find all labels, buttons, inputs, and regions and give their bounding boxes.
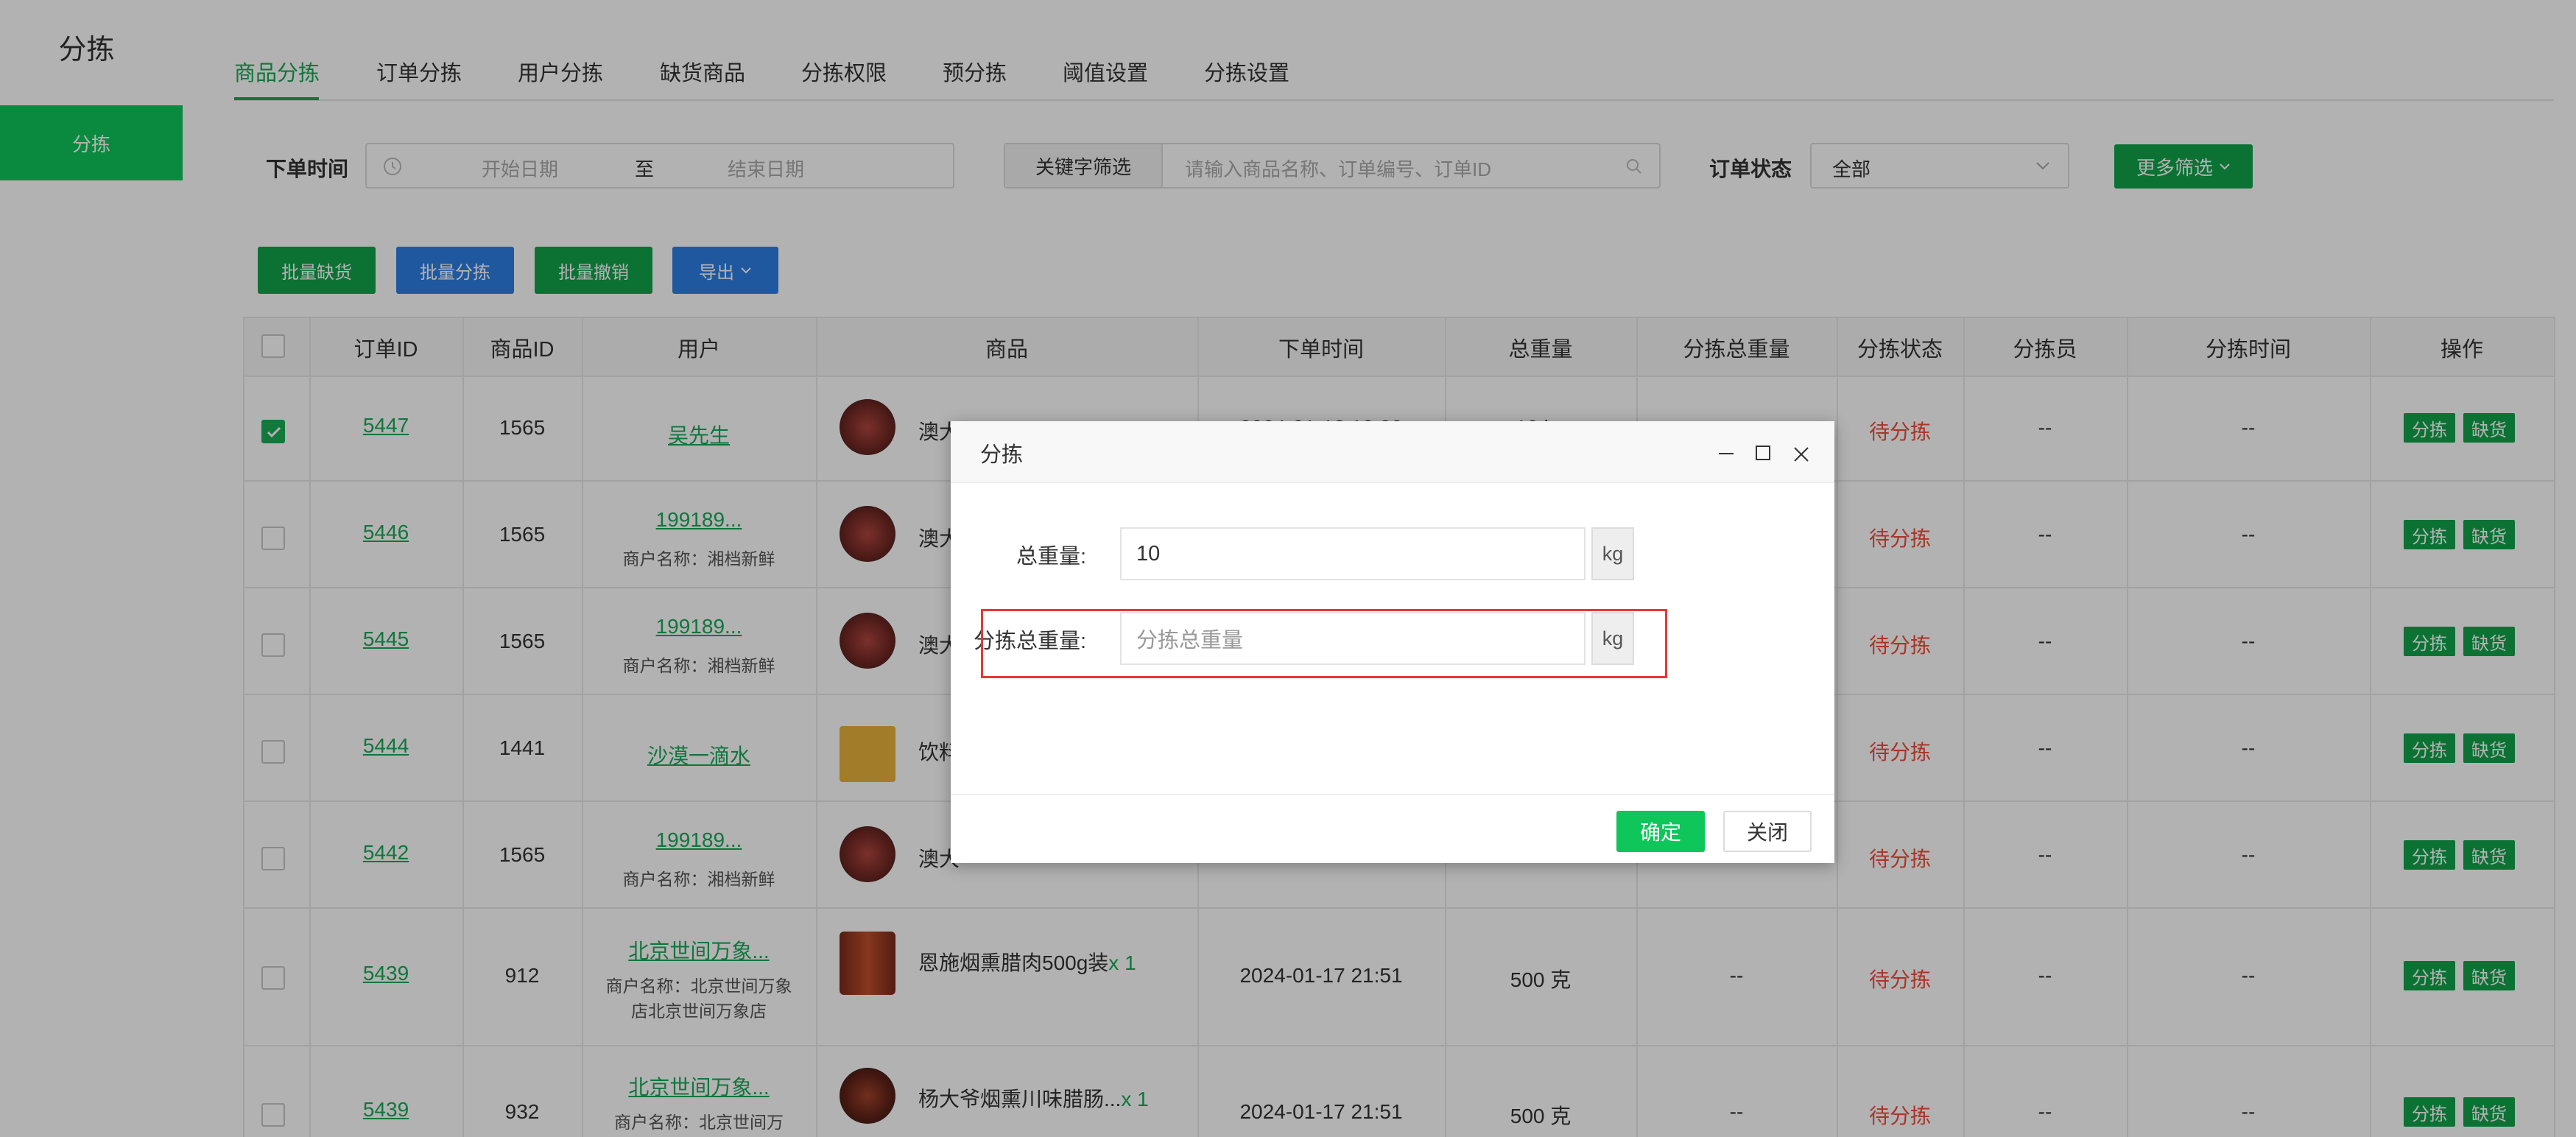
highlight-annotation-box [981, 609, 1667, 678]
close-button[interactable]: 关闭 [1723, 811, 1812, 852]
minimize-icon[interactable] [1717, 443, 1736, 462]
total-weight-unit: kg [1591, 527, 1634, 580]
dialog-header: 分拣 [951, 421, 1834, 483]
dialog-footer-divider [951, 794, 1834, 795]
maximize-icon[interactable] [1753, 443, 1773, 462]
close-icon[interactable] [1792, 445, 1811, 464]
confirm-button[interactable]: 确定 [1616, 811, 1705, 852]
dialog-title: 分拣 [980, 443, 1024, 467]
total-weight-input[interactable]: 10 [1120, 527, 1586, 580]
total-weight-label: 总重量: [1016, 545, 1087, 568]
